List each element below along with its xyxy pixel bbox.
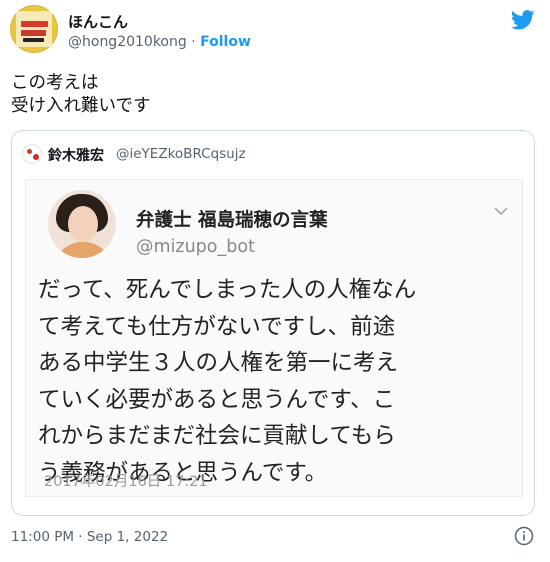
chevron-down-icon: [494, 207, 508, 216]
tweet-text-line: この考えは: [11, 73, 99, 93]
author-avatar[interactable]: [10, 5, 58, 53]
follow-button[interactable]: Follow: [200, 34, 251, 50]
tweet-timestamp[interactable]: 11:00 PM · Sep 1, 2022: [11, 529, 168, 545]
embedded-body-line: て考えても仕方がないですし、前途: [38, 313, 396, 340]
quoted-author-name: 鈴木雅宏: [48, 148, 104, 164]
embedded-body-line: ていく必要があると思うんです、こ: [38, 386, 396, 413]
separator-dot: ·: [191, 34, 196, 50]
author-handle-line: @hong2010kong · Follow: [68, 34, 251, 50]
author-display-name[interactable]: ほんこん: [68, 11, 128, 32]
tweet-text-line: 受け入れ難いです: [11, 96, 151, 116]
tweet-header: ほんこん @hong2010kong · Follow: [0, 0, 550, 66]
twitter-bird-icon[interactable]: [511, 10, 535, 30]
embedded-author-handle: @mizupo_bot: [136, 237, 255, 257]
embedded-author-avatar: [48, 190, 116, 258]
embedded-tweet-date: 2017年02月16日 17:21: [44, 474, 208, 490]
author-handle[interactable]: @hong2010kong: [68, 34, 187, 50]
tweet-text: この考えは 受け入れ難いです: [11, 72, 150, 118]
quoted-author-handle: @ieYEZkoBRCqsujz: [116, 146, 246, 162]
embedded-tweet-body: だって、死んでしまった人の人権なん て考えても仕方がないですし、前途 ある中学生…: [38, 272, 520, 491]
embedded-body-line: ある中学生３人の人権を第一に考え: [38, 350, 399, 376]
info-icon[interactable]: [514, 526, 534, 546]
embedded-tweet-screenshot: 弁護士 福島瑞穂の言葉 @mizupo_bot だって、死んでしまった人の人権な…: [25, 179, 523, 497]
quoted-tweet-card[interactable]: 鈴木雅宏 @ieYEZkoBRCqsujz 弁護士 福島瑞穂の言葉 @mizup…: [11, 130, 535, 516]
quoted-author-avatar: [22, 144, 42, 164]
embedded-body-line: だって、死んでしまった人の人権なん: [38, 277, 417, 303]
embedded-body-line: れからまだまだ社会に貢献してもら: [38, 423, 396, 449]
embedded-author-name: 弁護士 福島瑞穂の言葉: [136, 210, 328, 231]
